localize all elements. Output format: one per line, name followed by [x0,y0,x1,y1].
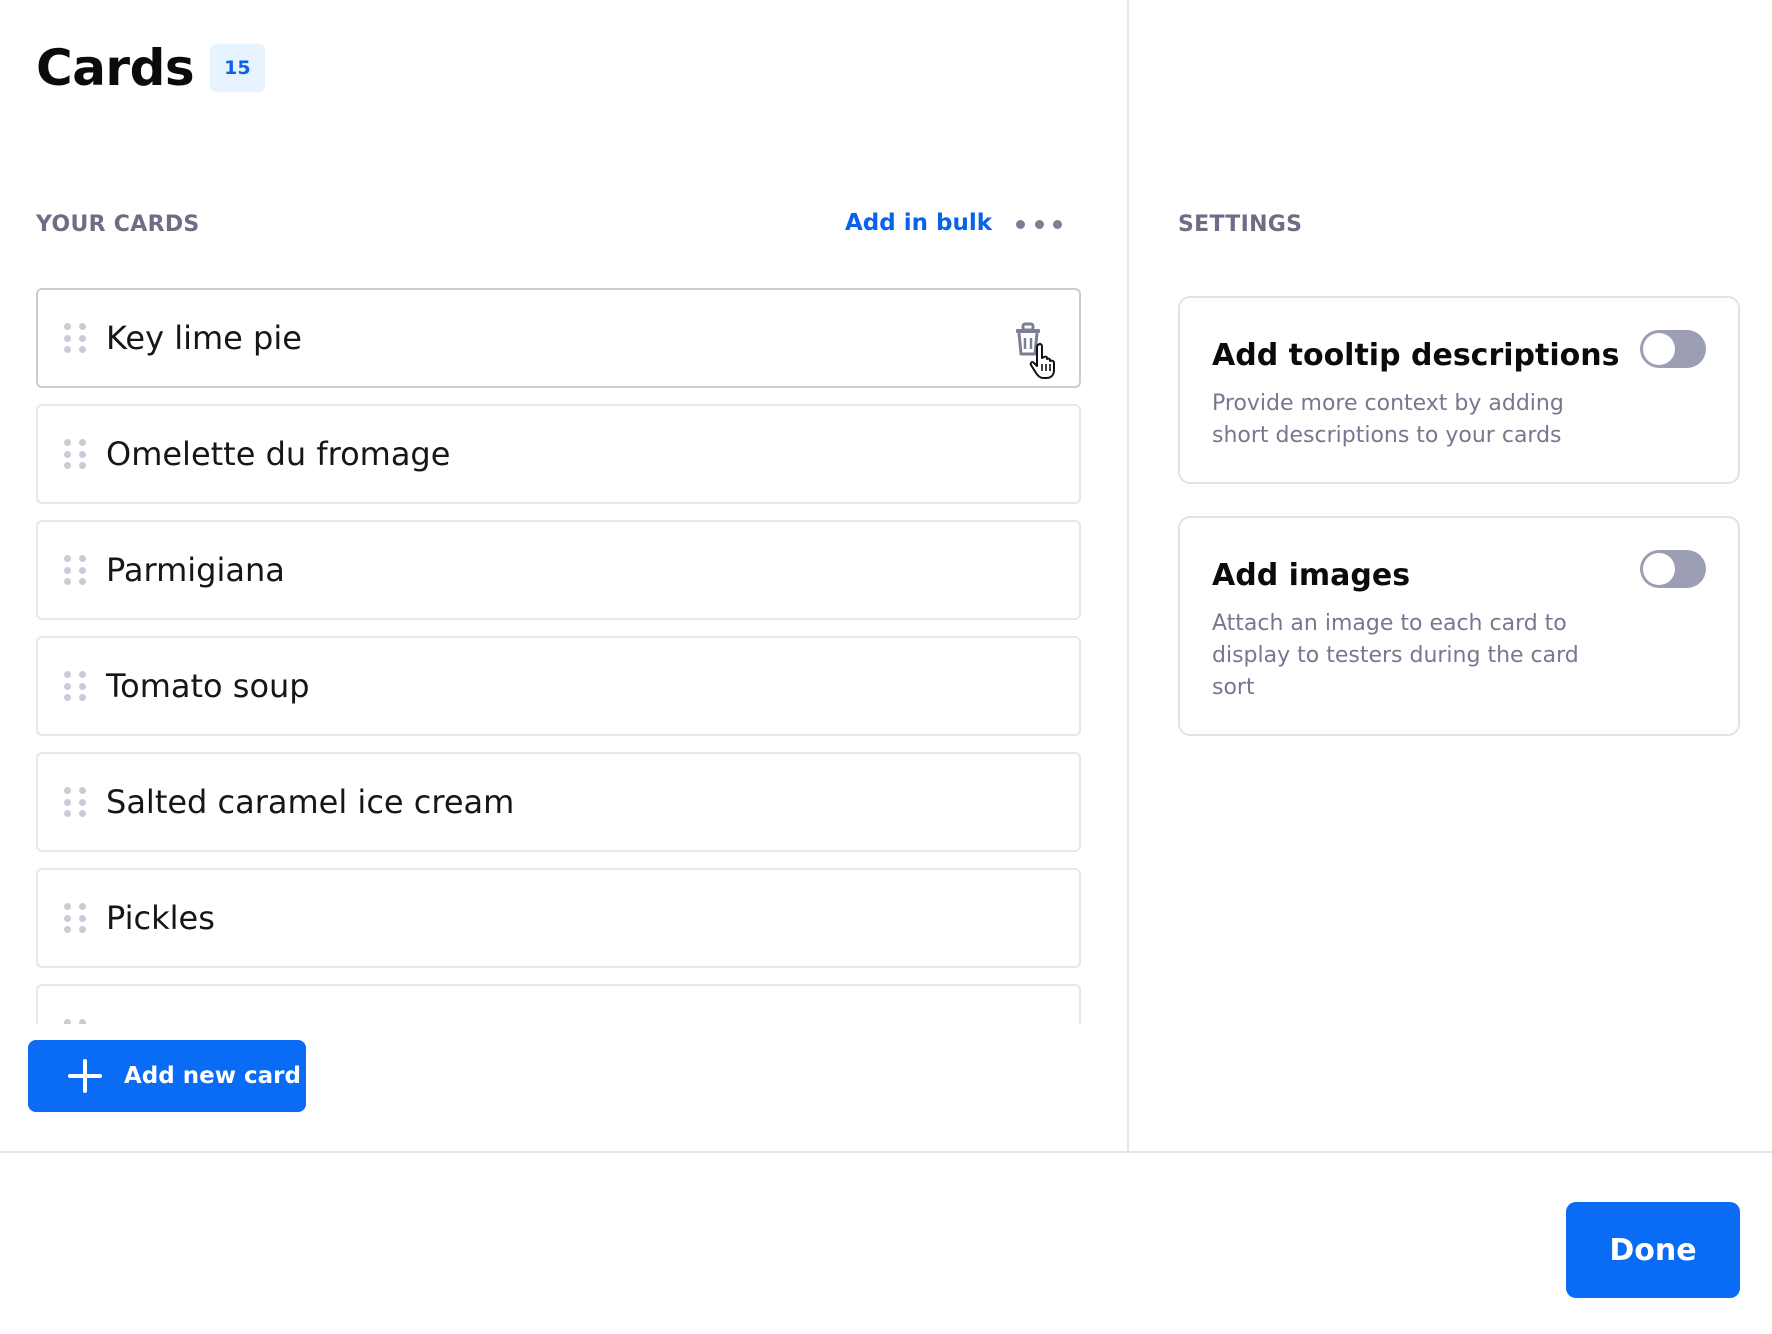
card-label: Parmigiana [106,551,285,589]
drag-handle-icon[interactable] [64,439,86,469]
vertical-divider [1127,0,1129,1152]
title-row: Cards 15 [36,38,265,98]
add-new-card-button[interactable]: Add new card [28,1040,306,1112]
card-item[interactable]: Pickles [36,868,1081,968]
tooltip-setting-card: Add tooltip descriptions Provide more co… [1178,296,1740,484]
card-label: Pickles [106,899,215,937]
drag-handle-icon[interactable] [64,671,86,701]
card-item[interactable]: Key lime pie [36,288,1081,388]
cards-pane: Cards 15 YOUR CARDS Add in bulk Key lime… [0,0,1128,1152]
drag-handle-icon[interactable] [64,787,86,817]
card-label: Key lime pie [106,319,302,357]
your-cards-heading: YOUR CARDS [36,212,200,237]
card-item[interactable] [36,984,1081,1024]
drag-handle-icon[interactable] [64,1019,86,1024]
add-in-bulk-link[interactable]: Add in bulk [845,210,992,236]
settings-heading: SETTINGS [1178,212,1303,237]
card-label: Tomato soup [106,667,310,705]
setting-description: Attach an image to each card to display … [1212,611,1579,700]
setting-title: Add tooltip descriptions [1212,338,1620,373]
hand-pointer-icon [1029,342,1055,379]
card-count-badge: 15 [210,44,265,92]
plus-icon [68,1059,102,1093]
page-title: Cards [36,39,195,97]
setting-title: Add images [1212,558,1411,593]
card-list[interactable]: Key lime pie Omelette du fromage Parmigi… [36,288,1081,1024]
card-label: Salted caramel ice cream [106,783,515,821]
card-item[interactable]: Omelette du fromage [36,404,1081,504]
images-setting-card: Add images Attach an image to each card … [1178,516,1740,736]
add-images-toggle[interactable] [1640,550,1706,588]
card-label: Omelette du fromage [106,435,451,473]
drag-handle-icon[interactable] [64,903,86,933]
more-options-icon[interactable] [1016,210,1062,238]
card-item[interactable]: Tomato soup [36,636,1081,736]
add-new-card-label: Add new card [124,1063,301,1089]
drag-handle-icon[interactable] [64,323,86,353]
done-button[interactable]: Done [1566,1202,1740,1298]
setting-description: Provide more context by adding short des… [1212,391,1564,448]
card-item[interactable]: Salted caramel ice cream [36,752,1081,852]
tooltip-descriptions-toggle[interactable] [1640,330,1706,368]
card-item[interactable]: Parmigiana [36,520,1081,620]
footer-divider [0,1151,1772,1153]
drag-handle-icon[interactable] [64,555,86,585]
